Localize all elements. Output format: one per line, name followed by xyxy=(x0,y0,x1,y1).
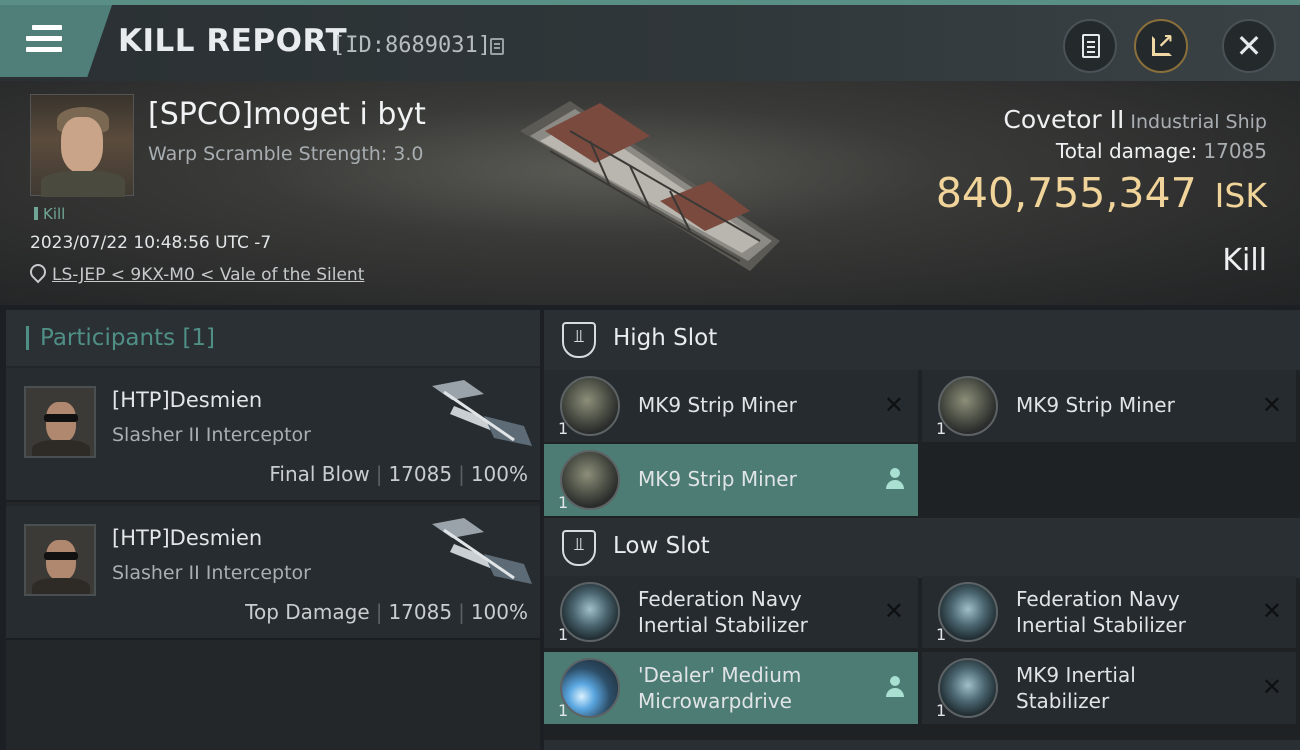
total-damage-label: Total damage: xyxy=(1055,139,1198,163)
participant-row[interactable]: [HTP]Desmien Slasher II Interceptor Fina… xyxy=(6,368,540,502)
isk-value-line: 840,755,347 ISK xyxy=(936,169,1267,217)
participant-stats: Final Blow | 17085 | 100% xyxy=(269,462,528,486)
menu-button[interactable] xyxy=(0,5,112,77)
participant-percent: 100% xyxy=(470,600,528,624)
total-damage-value: 17085 xyxy=(1203,139,1267,163)
high-slot-header: High Slot xyxy=(544,310,1300,370)
participant-ship: Slasher II Interceptor xyxy=(112,424,311,446)
share-button[interactable] xyxy=(1134,19,1188,73)
item-quantity: 1 xyxy=(558,419,569,438)
participant-damage: 17085 xyxy=(388,600,453,624)
fitting-item[interactable]: 1 MK9 Inertial Stabilizer ✕ xyxy=(922,652,1296,724)
kill-tag: Kill xyxy=(34,205,65,223)
strip-miner-icon xyxy=(560,450,620,510)
item-name: MK9 Strip Miner xyxy=(638,467,797,491)
isk-unit: ISK xyxy=(1214,176,1267,215)
kill-label: Kill xyxy=(1222,243,1267,278)
next-slot-header xyxy=(544,740,1300,750)
victim-ship: Covetor II Industrial Ship xyxy=(1003,105,1267,134)
destroyed-icon: ✕ xyxy=(1261,673,1282,701)
participant-name: [HTP]Desmien xyxy=(112,388,263,412)
close-icon: ✕ xyxy=(1235,27,1263,65)
fitting-item[interactable]: 1 MK9 Strip Miner ✕ xyxy=(922,370,1296,442)
fitting-item[interactable]: 1 'Dealer' Medium Microwarpdrive xyxy=(544,652,918,724)
item-quantity: 1 xyxy=(558,625,569,644)
destroyed-icon: ✕ xyxy=(1261,597,1282,625)
strip-miner-icon xyxy=(560,376,620,436)
participants-panel: Participants [1] [HTP]Desmien Slasher II… xyxy=(6,310,540,750)
location-text: LS-JEP < 9KX-M0 < Vale of the Silent xyxy=(52,265,365,285)
low-slot-header: Low Slot xyxy=(544,518,1300,578)
participant-ship-image xyxy=(432,380,532,446)
participant-name: [HTP]Desmien xyxy=(112,526,263,550)
inertial-stabilizer-icon xyxy=(938,582,998,642)
dropped-person-icon xyxy=(886,468,904,490)
participant-percent: 100% xyxy=(470,462,528,486)
victim-name[interactable]: [SPCO]moget i byt xyxy=(148,97,426,132)
low-slot-title: Low Slot xyxy=(613,533,710,559)
dropped-person-icon xyxy=(886,676,904,698)
participant-role: Final Blow xyxy=(269,462,370,486)
ship-class: Industrial Ship xyxy=(1130,111,1267,133)
item-quantity: 1 xyxy=(558,493,569,512)
strip-miner-icon xyxy=(938,376,998,436)
participants-title: Participants [1] xyxy=(40,325,215,351)
fitting-item[interactable]: 1 Federation Navy Inertial Stabilizer ✕ xyxy=(544,576,918,648)
destroyed-icon: ✕ xyxy=(883,391,904,419)
total-damage: Total damage: 17085 xyxy=(1056,139,1267,163)
copy-icon[interactable] xyxy=(490,38,504,55)
high-slot-icon xyxy=(562,322,596,358)
item-quantity: 1 xyxy=(936,701,947,720)
menu-icon xyxy=(26,25,62,55)
kill-summary-banner: [SPCO]moget i byt Warp Scramble Strength… xyxy=(0,81,1300,305)
item-name: MK9 Strip Miner xyxy=(638,393,797,417)
kill-time: 2023/07/22 10:48:56 UTC -7 xyxy=(30,233,272,253)
page-title: KILL REPORT xyxy=(118,23,348,59)
victim-portrait[interactable] xyxy=(30,94,134,197)
fitting-item[interactable]: 1 Federation Navy Inertial Stabilizer ✕ xyxy=(922,576,1296,648)
document-icon xyxy=(1082,34,1100,58)
high-slot-title: High Slot xyxy=(613,325,718,351)
item-quantity: 1 xyxy=(936,625,947,644)
document-button[interactable] xyxy=(1063,19,1117,73)
item-name: Federation Navy Inertial Stabilizer xyxy=(1016,587,1186,637)
participant-avatar[interactable] xyxy=(24,524,96,596)
participant-role: Top Damage xyxy=(245,600,370,624)
inertial-stabilizer-icon xyxy=(938,658,998,718)
close-button[interactable]: ✕ xyxy=(1222,19,1276,73)
fitting-item[interactable]: 1 MK9 Strip Miner xyxy=(544,444,918,516)
header-bar: KILL REPORT [ID:8689031] ✕ xyxy=(0,5,1300,81)
destroyed-icon: ✕ xyxy=(883,597,904,625)
item-name: MK9 Strip Miner xyxy=(1016,393,1175,417)
item-quantity: 1 xyxy=(936,419,947,438)
item-name: Federation Navy Inertial Stabilizer xyxy=(638,587,808,637)
participant-ship-image xyxy=(432,518,532,584)
destroyed-icon: ✕ xyxy=(1261,391,1282,419)
fittings-panel: High Slot 1 MK9 Strip Miner ✕ 1 MK9 Stri… xyxy=(544,310,1300,750)
isk-value: 840,755,347 xyxy=(935,169,1197,217)
low-slot-icon xyxy=(562,530,596,566)
microwarpdrive-icon xyxy=(560,658,620,718)
location-pin-icon xyxy=(30,264,44,282)
item-quantity: 1 xyxy=(558,701,569,720)
location-link[interactable]: LS-JEP < 9KX-M0 < Vale of the Silent xyxy=(30,264,364,285)
inertial-stabilizer-icon xyxy=(560,582,620,642)
participant-row[interactable]: [HTP]Desmien Slasher II Interceptor Top … xyxy=(6,506,540,640)
report-id: [ID:8689031] xyxy=(332,33,491,58)
fitting-item[interactable]: 1 MK9 Strip Miner ✕ xyxy=(544,370,918,442)
participant-damage: 17085 xyxy=(388,462,453,486)
victim-ship-image[interactable] xyxy=(510,91,790,291)
ship-name[interactable]: Covetor II xyxy=(1003,105,1124,134)
warp-scramble-strength: Warp Scramble Strength: 3.0 xyxy=(148,143,424,165)
participant-ship: Slasher II Interceptor xyxy=(112,562,311,584)
item-name: 'Dealer' Medium Microwarpdrive xyxy=(638,663,802,713)
participant-stats: Top Damage | 17085 | 100% xyxy=(245,600,528,624)
participant-avatar[interactable] xyxy=(24,386,96,458)
share-icon xyxy=(1152,29,1174,56)
item-name: MK9 Inertial Stabilizer xyxy=(1016,663,1136,713)
participants-header: Participants [1] xyxy=(6,310,540,366)
